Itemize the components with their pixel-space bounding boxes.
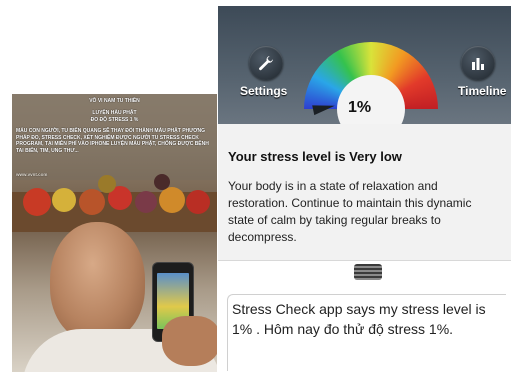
result-card: Your stress level is Very low Your body … [218,124,511,261]
photo-body-text: MÁU CON NGƯỜI, TU BIẾN QUANG SẼ THAY ĐỔI… [16,128,209,154]
person-hand [162,316,217,366]
timeline-button[interactable] [461,46,495,80]
settings-button[interactable] [249,46,283,80]
timeline-label[interactable]: Timeline [458,84,506,98]
photo-subtitle-2: ĐO ĐỘ STRESS 1 % [90,117,139,123]
caption-text[interactable]: Stress Check app says my stress level is… [232,299,500,339]
wrench-icon [259,56,273,71]
drag-handle-icon[interactable] [354,264,382,280]
photo-panel: VÔ VI NAM TU THIỀN LUYỆN HÀU PHẬT ĐO ĐỘ … [12,94,217,372]
fruit-basket-image [12,174,217,232]
person-head [50,222,145,342]
photo-title: VÔ VI NAM TU THIỀN [89,98,140,104]
result-body: Your body is in a state of relaxation an… [228,179,472,244]
stress-percent: 1% [348,99,372,116]
settings-label[interactable]: Settings [240,84,287,98]
caption-textbox[interactable]: Stress Check app says my stress level is… [227,294,506,371]
result-title: Your stress level is Very low [228,149,402,164]
photo-subtitle-1: LUYỆN HÀU PHẬT [92,110,137,116]
bar-chart-icon [472,58,484,70]
stress-check-app: 1% Settings Timeline Your stress level i… [218,6,511,372]
